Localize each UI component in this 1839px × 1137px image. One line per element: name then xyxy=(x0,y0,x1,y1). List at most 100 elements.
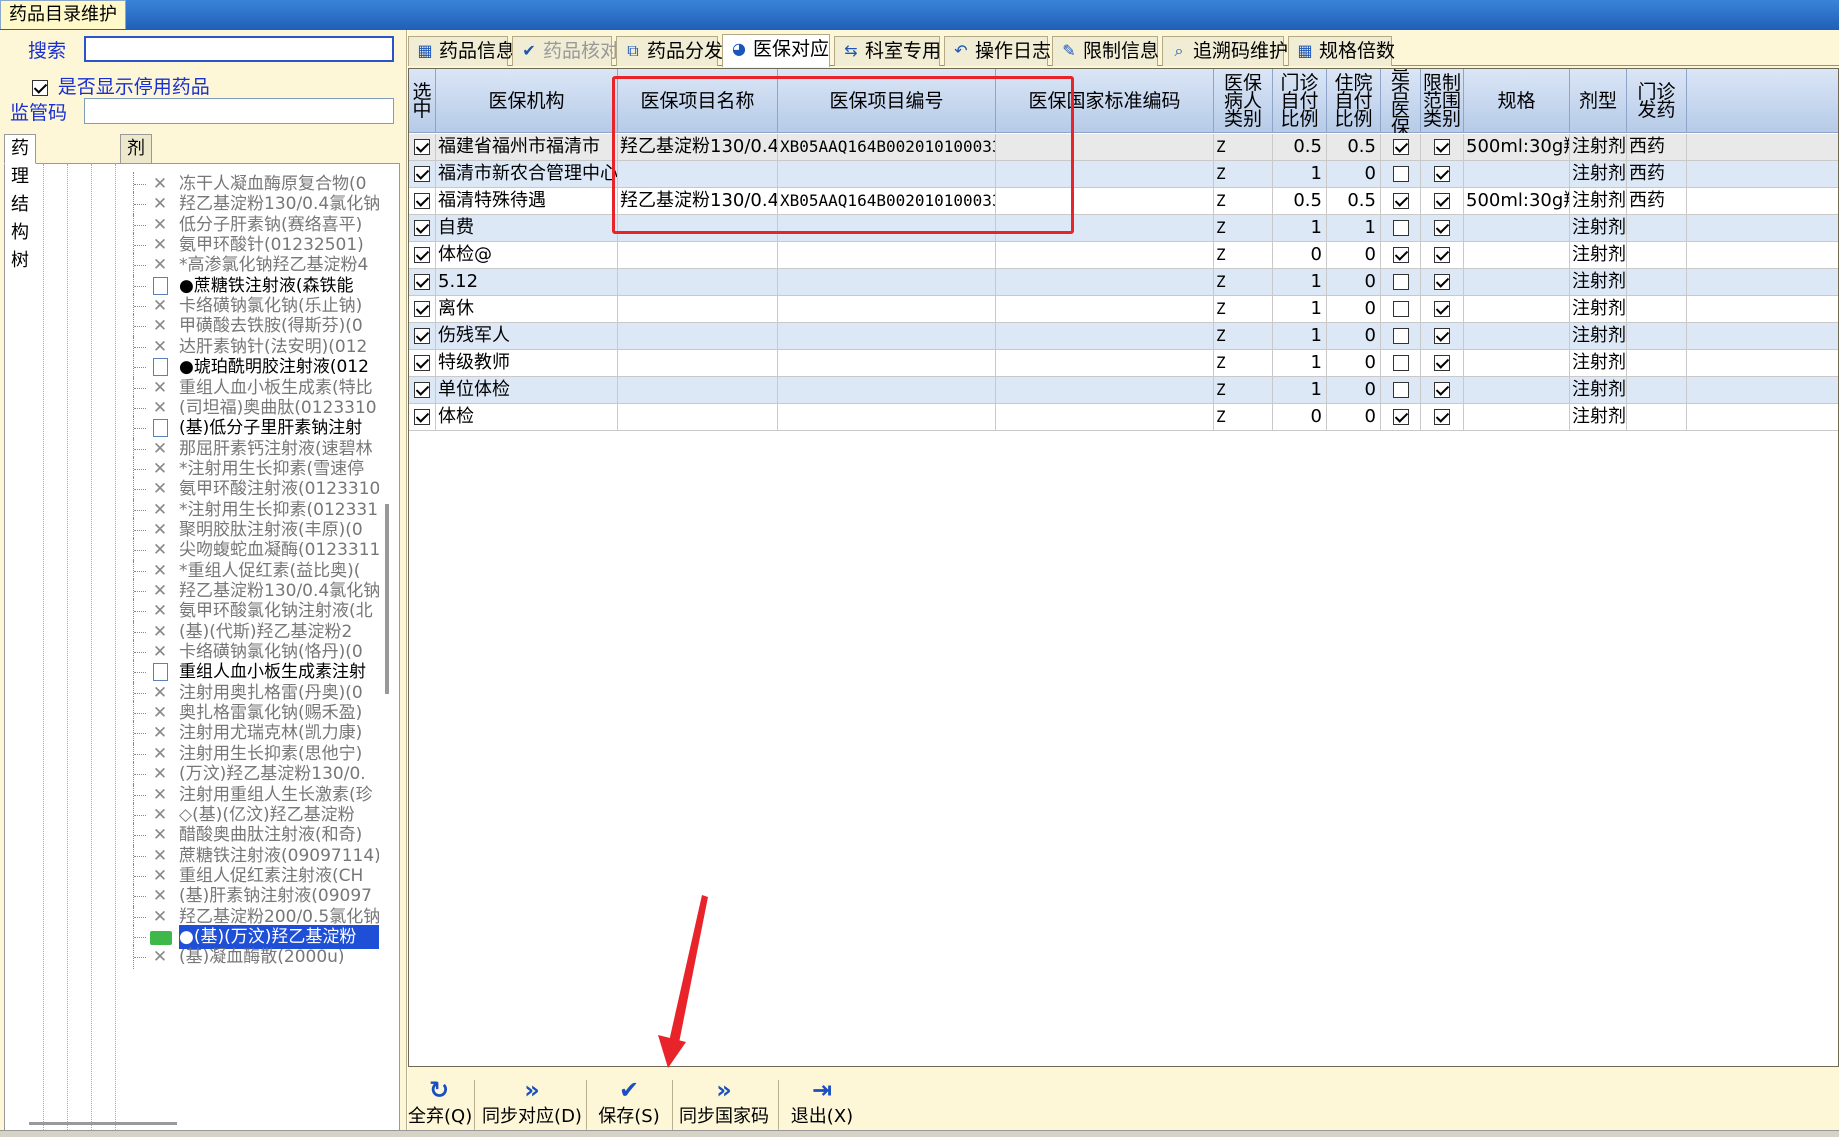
cell-code[interactable] xyxy=(778,377,996,404)
cell-cat[interactable]: Z xyxy=(1214,404,1273,431)
cell-org[interactable]: 自费 xyxy=(436,215,618,242)
row-checkbox[interactable] xyxy=(1392,139,1409,155)
cell-spec[interactable] xyxy=(1464,296,1570,323)
cell-code[interactable] xyxy=(778,404,996,431)
row-checkbox[interactable] xyxy=(1392,220,1409,236)
cell-std[interactable] xyxy=(996,350,1214,377)
discard-all-button[interactable]: ↻ 全弃(Q) xyxy=(408,1076,472,1136)
cell-disp[interactable]: 西药 xyxy=(1627,161,1687,188)
row-checkbox[interactable] xyxy=(1434,166,1450,182)
cell-disp[interactable]: 西药 xyxy=(1627,188,1687,215)
cell-name[interactable] xyxy=(618,404,778,431)
row-checkbox[interactable] xyxy=(414,274,430,290)
cell-spec[interactable] xyxy=(1464,269,1570,296)
cell-lim[interactable] xyxy=(1421,323,1464,350)
row-checkbox[interactable] xyxy=(414,328,430,344)
cell-cat[interactable]: Z xyxy=(1214,215,1273,242)
tree-item[interactable]: ✕ (基)凝血酶散(2000u) xyxy=(5,945,399,970)
cell-spec[interactable] xyxy=(1464,215,1570,242)
drug-tree[interactable]: ✕ 冻干人凝血酶原复合物(0 ✕ 羟乙基淀粉130/0.4氯化钠 ✕ 低分子肝素钠(赛络喜… xyxy=(4,163,400,1131)
cell-op[interactable]: 0.5 xyxy=(1273,188,1327,215)
cell-org[interactable]: 体检@ xyxy=(436,242,618,269)
row-checkbox[interactable] xyxy=(414,301,430,317)
cell-name[interactable] xyxy=(618,242,778,269)
cell-ip[interactable]: 0 xyxy=(1327,404,1381,431)
cell-name[interactable] xyxy=(618,377,778,404)
row-checkbox[interactable] xyxy=(414,220,430,236)
cell-op[interactable]: 1 xyxy=(1273,323,1327,350)
cell-form[interactable]: 注射剂 xyxy=(1570,296,1627,323)
cell-lim[interactable] xyxy=(1421,350,1464,377)
cell-spec[interactable] xyxy=(1464,404,1570,431)
cell-lim[interactable] xyxy=(1421,188,1464,215)
table-row[interactable]: 5.12 Z 1 0 注射剂 xyxy=(409,269,1838,296)
cell-disp[interactable] xyxy=(1627,242,1687,269)
cell-lim[interactable] xyxy=(1421,134,1464,161)
tab-2[interactable]: ⧉ 药品分发 xyxy=(616,36,723,66)
cell-op[interactable]: 1 xyxy=(1273,296,1327,323)
table-row[interactable]: 体检 Z 0 0 注射剂 xyxy=(409,404,1838,431)
cell-cat[interactable]: Z xyxy=(1214,377,1273,404)
cell-disp[interactable] xyxy=(1627,296,1687,323)
cell-sel[interactable] xyxy=(409,296,436,323)
tab-0[interactable]: ▦ 药品信息 xyxy=(408,36,515,66)
cell-code[interactable] xyxy=(778,350,996,377)
cell-sel[interactable] xyxy=(409,161,436,188)
table-row[interactable]: 特级教师 Z 1 0 注射剂 xyxy=(409,350,1838,377)
column-header[interactable]: 住院自付比例 xyxy=(1327,69,1381,133)
cell-org[interactable]: 伤残军人 xyxy=(436,323,618,350)
cell-disp[interactable] xyxy=(1627,350,1687,377)
column-header[interactable]: 剂型 xyxy=(1570,69,1627,133)
cell-ip[interactable]: 0 xyxy=(1327,242,1381,269)
cell-sel[interactable] xyxy=(409,350,436,377)
cell-cat[interactable]: Z xyxy=(1214,188,1273,215)
cell-org[interactable]: 单位体检 xyxy=(436,377,618,404)
exit-button[interactable]: ⇥ 退出(X) xyxy=(788,1076,856,1136)
row-checkbox[interactable] xyxy=(414,409,430,425)
cell-form[interactable]: 注射剂 xyxy=(1570,134,1627,161)
cell-cat[interactable]: Z xyxy=(1214,134,1273,161)
cell-code[interactable] xyxy=(778,269,996,296)
cell-cat[interactable]: Z xyxy=(1214,323,1273,350)
row-checkbox[interactable] xyxy=(1434,301,1450,317)
cell-org[interactable]: 体检 xyxy=(436,404,618,431)
row-checkbox[interactable] xyxy=(1392,274,1409,290)
tree-scrollbar-thumb[interactable] xyxy=(385,504,389,694)
cell-ins[interactable] xyxy=(1381,296,1421,323)
cell-lim[interactable] xyxy=(1421,296,1464,323)
row-checkbox[interactable] xyxy=(1392,409,1409,425)
cell-form[interactable]: 注射剂 xyxy=(1570,215,1627,242)
cell-ip[interactable]: 0.5 xyxy=(1327,134,1381,161)
cell-org[interactable]: 离休 xyxy=(436,296,618,323)
cell-op[interactable]: 0 xyxy=(1273,242,1327,269)
cell-lim[interactable] xyxy=(1421,242,1464,269)
cell-std[interactable] xyxy=(996,323,1214,350)
cell-form[interactable]: 注射剂 xyxy=(1570,242,1627,269)
cell-std[interactable] xyxy=(996,269,1214,296)
cell-form[interactable]: 注射剂 xyxy=(1570,404,1627,431)
column-header[interactable]: 是否医保 xyxy=(1381,69,1421,133)
sync-mapping-button[interactable]: » 同步对应(D) xyxy=(482,1076,582,1136)
row-checkbox[interactable] xyxy=(1434,382,1450,398)
row-checkbox[interactable] xyxy=(1434,220,1450,236)
row-checkbox[interactable] xyxy=(414,193,430,209)
cell-op[interactable]: 1 xyxy=(1273,161,1327,188)
cell-op[interactable]: 1 xyxy=(1273,377,1327,404)
column-header[interactable]: 选中 xyxy=(409,69,436,133)
cell-spec[interactable] xyxy=(1464,377,1570,404)
cell-name[interactable] xyxy=(618,323,778,350)
cell-ins[interactable] xyxy=(1381,188,1421,215)
cell-cat[interactable]: Z xyxy=(1214,350,1273,377)
cell-disp[interactable] xyxy=(1627,323,1687,350)
cell-org[interactable]: 福建省福州市福清市 xyxy=(436,134,618,161)
cell-name[interactable] xyxy=(618,269,778,296)
column-header[interactable]: 医保机构 xyxy=(436,69,618,133)
sync-national-code-button[interactable]: » 同步国家码 xyxy=(674,1076,774,1136)
row-checkbox[interactable] xyxy=(1434,409,1450,425)
cell-sel[interactable] xyxy=(409,404,436,431)
row-checkbox[interactable] xyxy=(1392,355,1409,371)
cell-ins[interactable] xyxy=(1381,269,1421,296)
table-row[interactable]: 伤残军人 Z 1 0 注射剂 xyxy=(409,323,1838,350)
cell-cat[interactable]: Z xyxy=(1214,296,1273,323)
cell-ip[interactable]: 0 xyxy=(1327,377,1381,404)
